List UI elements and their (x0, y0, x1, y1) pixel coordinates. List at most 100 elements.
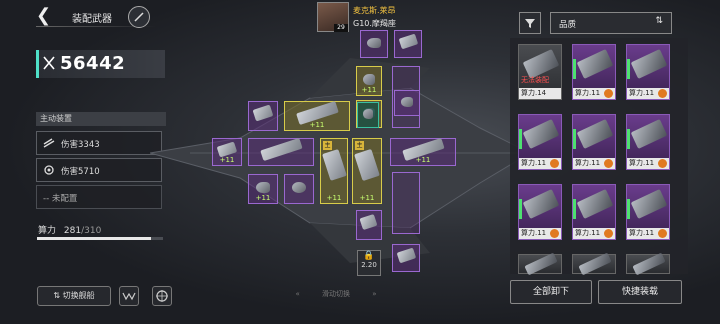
rarity-stripe (573, 59, 576, 79)
slot-bonus: +11 (219, 156, 235, 164)
turret-icon (354, 148, 380, 181)
badge-icon (658, 229, 667, 238)
gear-icon (44, 165, 54, 175)
slot-bonus: +11 (415, 156, 431, 164)
skill-1-label: 伤害3343 (61, 140, 100, 150)
rarity-stripe (627, 129, 630, 149)
rarity-stripe (627, 59, 630, 79)
active-devices-label: 主动装置 (36, 112, 166, 126)
weapon-card-partial[interactable] (518, 252, 562, 276)
slot-weapon[interactable]: +11 (356, 66, 382, 96)
slot-device[interactable] (284, 174, 314, 204)
card-compute: 算力.11 (573, 228, 615, 239)
slot-main[interactable]: 主 +11 (352, 138, 382, 204)
crossed-swords-icon (43, 56, 55, 70)
main-marker: 主 (323, 141, 332, 150)
slot-main[interactable]: 主 +11 (320, 138, 348, 204)
rarity-stripe (573, 199, 576, 219)
card-compute: 算力.11 (627, 228, 669, 239)
weapon-card[interactable]: 算力.11 (518, 184, 562, 240)
slot-weapon[interactable]: +11 (212, 138, 242, 166)
weapon-card-partial[interactable] (572, 252, 616, 276)
turret-icon (630, 119, 668, 149)
slot-weapon[interactable] (394, 90, 420, 116)
weapon-card[interactable]: 算力.11 (518, 114, 562, 170)
active-skill-3[interactable]: -- 未配置 (36, 185, 162, 209)
turret-icon (630, 189, 668, 219)
badge-icon (658, 159, 667, 168)
slot-bonus: +11 (255, 194, 271, 202)
active-skill-2[interactable]: 伤害5710 (36, 158, 162, 182)
card-compute-value: 算力.11 (521, 159, 547, 167)
filter-icon (525, 19, 535, 28)
weapon-card[interactable]: 算力.11 (572, 114, 616, 170)
quality-sort-dropdown[interactable]: 品质 ⇅ (550, 12, 672, 34)
card-compute: 算力.11 (519, 158, 561, 169)
unload-all-button[interactable]: 全部卸下 (510, 280, 592, 304)
turret-icon (400, 97, 414, 107)
turret-icon (576, 119, 614, 149)
weapon-card[interactable]: 算力.11 (626, 184, 670, 240)
rarity-stripe (573, 129, 576, 149)
active-skill-1[interactable]: 伤害3343 (36, 131, 162, 155)
turret-icon (252, 104, 274, 122)
card-compute-value: 算力.11 (575, 159, 601, 167)
turret-icon (576, 189, 614, 219)
badge-icon (604, 229, 613, 238)
slot-empty[interactable] (392, 172, 420, 234)
turret-icon (367, 37, 381, 49)
turret-icon (630, 49, 668, 79)
pilot-level: 29 (334, 24, 348, 32)
slot-weapon[interactable]: +11 (248, 174, 278, 204)
card-compute-value: 算力.11 (575, 229, 601, 237)
switch-ship-button[interactable]: ⇅ 切换舰船 (37, 286, 111, 306)
badge-icon (658, 89, 667, 98)
slot-weapon[interactable] (392, 244, 420, 272)
card-compute: 算力.11 (627, 158, 669, 169)
quick-load-button[interactable]: 快捷装载 (598, 280, 682, 304)
card-compute-value: 算力.11 (629, 159, 655, 167)
turret-icon (522, 119, 560, 149)
weapon-card-partial[interactable] (626, 252, 670, 276)
compute-total: /310 (81, 226, 102, 236)
slot-weapon[interactable]: +11 (284, 101, 350, 131)
switch-ship-label: 切换舰船 (62, 291, 95, 300)
weapon-card[interactable]: 算力.11 (572, 44, 616, 100)
slot-bonus: +11 (326, 194, 342, 202)
slot-locked[interactable]: 🔒 2.20 (357, 250, 381, 276)
slot-weapon[interactable]: +11 (390, 137, 456, 166)
back-arrow-icon[interactable]: ❮ (36, 7, 52, 26)
quality-label: 品质 (559, 20, 577, 30)
edit-button[interactable] (128, 6, 150, 28)
slot-weapon[interactable] (356, 210, 382, 240)
turret-icon (578, 252, 612, 276)
card-compute: 算力.11 (519, 228, 561, 239)
badge-icon (604, 89, 613, 98)
slot-weapon[interactable] (394, 30, 422, 58)
weapon-card[interactable]: 算力.11 (626, 114, 670, 170)
weapon-inventory: 无法装配 算力.14 算力.11 算力.11 算力.11 算力.11 算力.11… (510, 38, 688, 276)
feather-icon (134, 12, 144, 22)
slash-icon (43, 138, 55, 148)
emblem-button[interactable] (119, 286, 139, 306)
wings-icon (122, 292, 136, 301)
compute-used: 281 (63, 226, 82, 236)
weapon-card[interactable]: 算力.11 (572, 184, 616, 240)
turret-icon (398, 33, 418, 50)
turret-icon (576, 49, 614, 79)
pilot-name: 麦克斯.莱昂 (353, 6, 396, 15)
core-icon (362, 109, 374, 119)
fleet-button[interactable] (152, 286, 172, 306)
slot-weapon[interactable] (248, 137, 314, 166)
badge-icon (550, 229, 559, 238)
swipe-label: 滑动切换 (322, 290, 350, 298)
weapon-card[interactable]: 算力.11 (626, 44, 670, 100)
turret-icon (255, 182, 271, 194)
swipe-hint: « 滑动切换 » (295, 290, 377, 298)
card-compute: 算力.11 (573, 88, 615, 99)
slot-weapon[interactable] (248, 101, 278, 131)
slot-core[interactable] (357, 102, 379, 128)
filter-button[interactable] (519, 12, 541, 34)
slot-weapon[interactable] (360, 30, 388, 58)
weapon-card[interactable]: 无法装配 算力.14 (518, 44, 562, 100)
